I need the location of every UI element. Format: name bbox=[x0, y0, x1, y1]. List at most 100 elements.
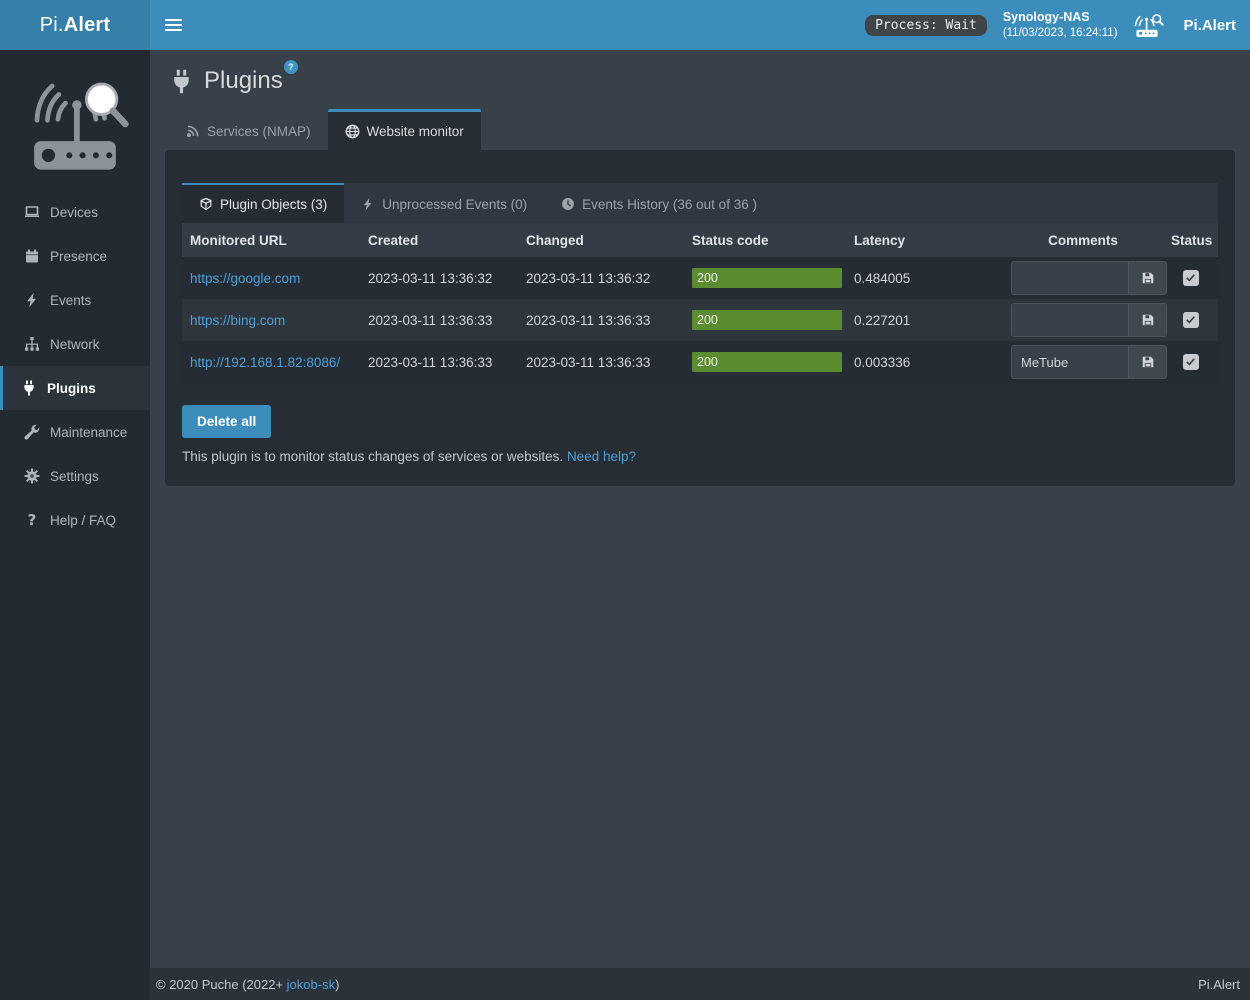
tab-label: Unprocessed Events (0) bbox=[382, 197, 527, 212]
col-status: Status bbox=[1163, 223, 1218, 257]
col-comments: Comments bbox=[1003, 223, 1163, 257]
monitored-url-link[interactable]: https://google.com bbox=[190, 271, 300, 286]
brand-prefix: Pi. bbox=[40, 14, 64, 37]
tab-label: Plugin Objects (3) bbox=[220, 197, 327, 212]
check-icon bbox=[1185, 272, 1196, 283]
save-comment-button[interactable] bbox=[1128, 304, 1166, 336]
brand-logo[interactable]: Pi.Alert bbox=[0, 0, 150, 50]
tab-website-monitor[interactable]: Website monitor bbox=[328, 109, 481, 150]
host-time: (11/03/2023, 16:24:11) bbox=[1003, 26, 1118, 41]
status-code-bar: 200 bbox=[692, 310, 842, 330]
router-icon bbox=[1133, 12, 1167, 39]
table-row: https://bing.com 2023-03-11 13:36:33 202… bbox=[182, 299, 1218, 341]
col-changed: Changed bbox=[518, 223, 684, 257]
header-app-name: Pi.Alert bbox=[1183, 17, 1236, 34]
website-monitor-panel: Plugin Objects (3) Unprocessed Events (0)… bbox=[165, 150, 1235, 486]
content-area: Plugins ? Services (NMAP) Website monitor… bbox=[150, 50, 1250, 968]
jokob-sk-link[interactable]: jokob-sk bbox=[287, 977, 335, 992]
navbar: Process: Wait Synology-NAS (11/03/2023, … bbox=[150, 0, 1250, 50]
comment-input[interactable] bbox=[1012, 262, 1128, 294]
page-title: Plugins ? bbox=[204, 67, 283, 95]
check-icon bbox=[1185, 314, 1196, 325]
sidebar-item-label: Plugins bbox=[47, 381, 96, 396]
monitored-url-link[interactable]: http://192.168.1.82:8086/ bbox=[190, 355, 340, 370]
sidebar-item-presence[interactable]: Presence bbox=[0, 234, 150, 278]
question-icon bbox=[24, 512, 40, 528]
bolt-icon bbox=[24, 292, 40, 308]
check-icon bbox=[1185, 356, 1196, 367]
latency-cell: 0.003336 bbox=[846, 341, 1003, 383]
app-logo bbox=[0, 50, 150, 190]
comment-input[interactable] bbox=[1012, 346, 1128, 378]
status-checkbox[interactable] bbox=[1183, 312, 1199, 328]
sidebar-item-network[interactable]: Network bbox=[0, 322, 150, 366]
panel-tab-unprocessed-events-0[interactable]: Unprocessed Events (0) bbox=[344, 183, 544, 223]
sidebar-item-events[interactable]: Events bbox=[0, 278, 150, 322]
sidebar-item-settings[interactable]: Settings bbox=[0, 454, 150, 498]
host-name: Synology-NAS bbox=[1003, 9, 1118, 25]
sidebar-menu: Devices Presence Events Network Plugins Maint… bbox=[0, 190, 150, 542]
monitored-url-table: Monitored URL Created Changed Status cod… bbox=[182, 223, 1218, 383]
col-status-code: Status code bbox=[684, 223, 846, 257]
tab-label: Services (NMAP) bbox=[207, 124, 311, 139]
sidebar-item-label: Network bbox=[50, 337, 100, 352]
sidebar-item-help-faq[interactable]: Help / FAQ bbox=[0, 498, 150, 542]
footer-app-name: Pi.Alert bbox=[1198, 977, 1240, 992]
tab-services-nmap[interactable]: Services (NMAP) bbox=[168, 109, 328, 150]
gear-icon bbox=[24, 468, 40, 484]
col-monitored-url: Monitored URL bbox=[182, 223, 360, 257]
plug-icon bbox=[21, 380, 37, 396]
col-created: Created bbox=[360, 223, 518, 257]
col-latency: Latency bbox=[846, 223, 1003, 257]
comment-input[interactable] bbox=[1012, 304, 1128, 336]
sidebar-item-label: Help / FAQ bbox=[50, 513, 116, 528]
brand-bold: Alert bbox=[64, 14, 111, 37]
plug-icon bbox=[170, 69, 193, 94]
plugin-tabs: Services (NMAP) Website monitor bbox=[168, 109, 1235, 150]
sidebar-toggle-icon[interactable] bbox=[150, 0, 196, 50]
calendar-icon bbox=[24, 248, 40, 264]
sidebar-item-label: Devices bbox=[50, 205, 98, 220]
sidebar-item-maintenance[interactable]: Maintenance bbox=[0, 410, 150, 454]
wrench-icon bbox=[24, 424, 40, 440]
floppy-save-icon bbox=[1141, 313, 1155, 327]
radar-icon bbox=[185, 124, 200, 139]
created-cell: 2023-03-11 13:36:32 bbox=[360, 257, 518, 299]
laptop-icon bbox=[24, 204, 40, 220]
table-header-row: Monitored URL Created Changed Status cod… bbox=[182, 223, 1218, 257]
clock-icon bbox=[561, 197, 575, 211]
help-badge[interactable]: ? bbox=[284, 60, 298, 74]
footer-copyright: © 2020 Puche (2022+ jokob-sk) bbox=[156, 977, 339, 992]
table-row: https://google.com 2023-03-11 13:36:32 2… bbox=[182, 257, 1218, 299]
status-checkbox[interactable] bbox=[1183, 270, 1199, 286]
created-cell: 2023-03-11 13:36:33 bbox=[360, 299, 518, 341]
floppy-save-icon bbox=[1141, 271, 1155, 285]
sidebar-item-devices[interactable]: Devices bbox=[0, 190, 150, 234]
monitored-url-link[interactable]: https://bing.com bbox=[190, 313, 285, 328]
bolt-icon bbox=[361, 197, 375, 211]
tab-label: Website monitor bbox=[367, 124, 464, 139]
sidebar: Devices Presence Events Network Plugins Maint… bbox=[0, 50, 150, 1000]
cube-icon bbox=[199, 197, 213, 211]
need-help-link[interactable]: Need help? bbox=[567, 449, 636, 464]
tab-label: Events History (36 out of 36 ) bbox=[582, 197, 757, 212]
save-comment-button[interactable] bbox=[1128, 346, 1166, 378]
plugin-description: This plugin is to monitor status changes… bbox=[182, 449, 1218, 464]
delete-all-button[interactable]: Delete all bbox=[182, 405, 271, 438]
save-comment-button[interactable] bbox=[1128, 262, 1166, 294]
status-code-bar: 200 bbox=[692, 352, 842, 372]
sidebar-item-label: Maintenance bbox=[50, 425, 127, 440]
panel-tab-plugin-objects-3[interactable]: Plugin Objects (3) bbox=[182, 183, 344, 223]
status-checkbox[interactable] bbox=[1183, 354, 1199, 370]
panel-tab-events-history-36-out-of-36[interactable]: Events History (36 out of 36 ) bbox=[544, 183, 774, 223]
latency-cell: 0.227201 bbox=[846, 299, 1003, 341]
router-magnifier-logo-icon bbox=[18, 68, 132, 180]
sidebar-item-plugins[interactable]: Plugins bbox=[0, 366, 150, 410]
globe-icon bbox=[345, 124, 360, 139]
sidebar-item-label: Settings bbox=[50, 469, 99, 484]
created-cell: 2023-03-11 13:36:33 bbox=[360, 341, 518, 383]
page-footer: © 2020 Puche (2022+ jokob-sk) Pi.Alert bbox=[150, 968, 1250, 1000]
changed-cell: 2023-03-11 13:36:32 bbox=[518, 257, 684, 299]
table-row: http://192.168.1.82:8086/ 2023-03-11 13:… bbox=[182, 341, 1218, 383]
sidebar-item-label: Events bbox=[50, 293, 91, 308]
